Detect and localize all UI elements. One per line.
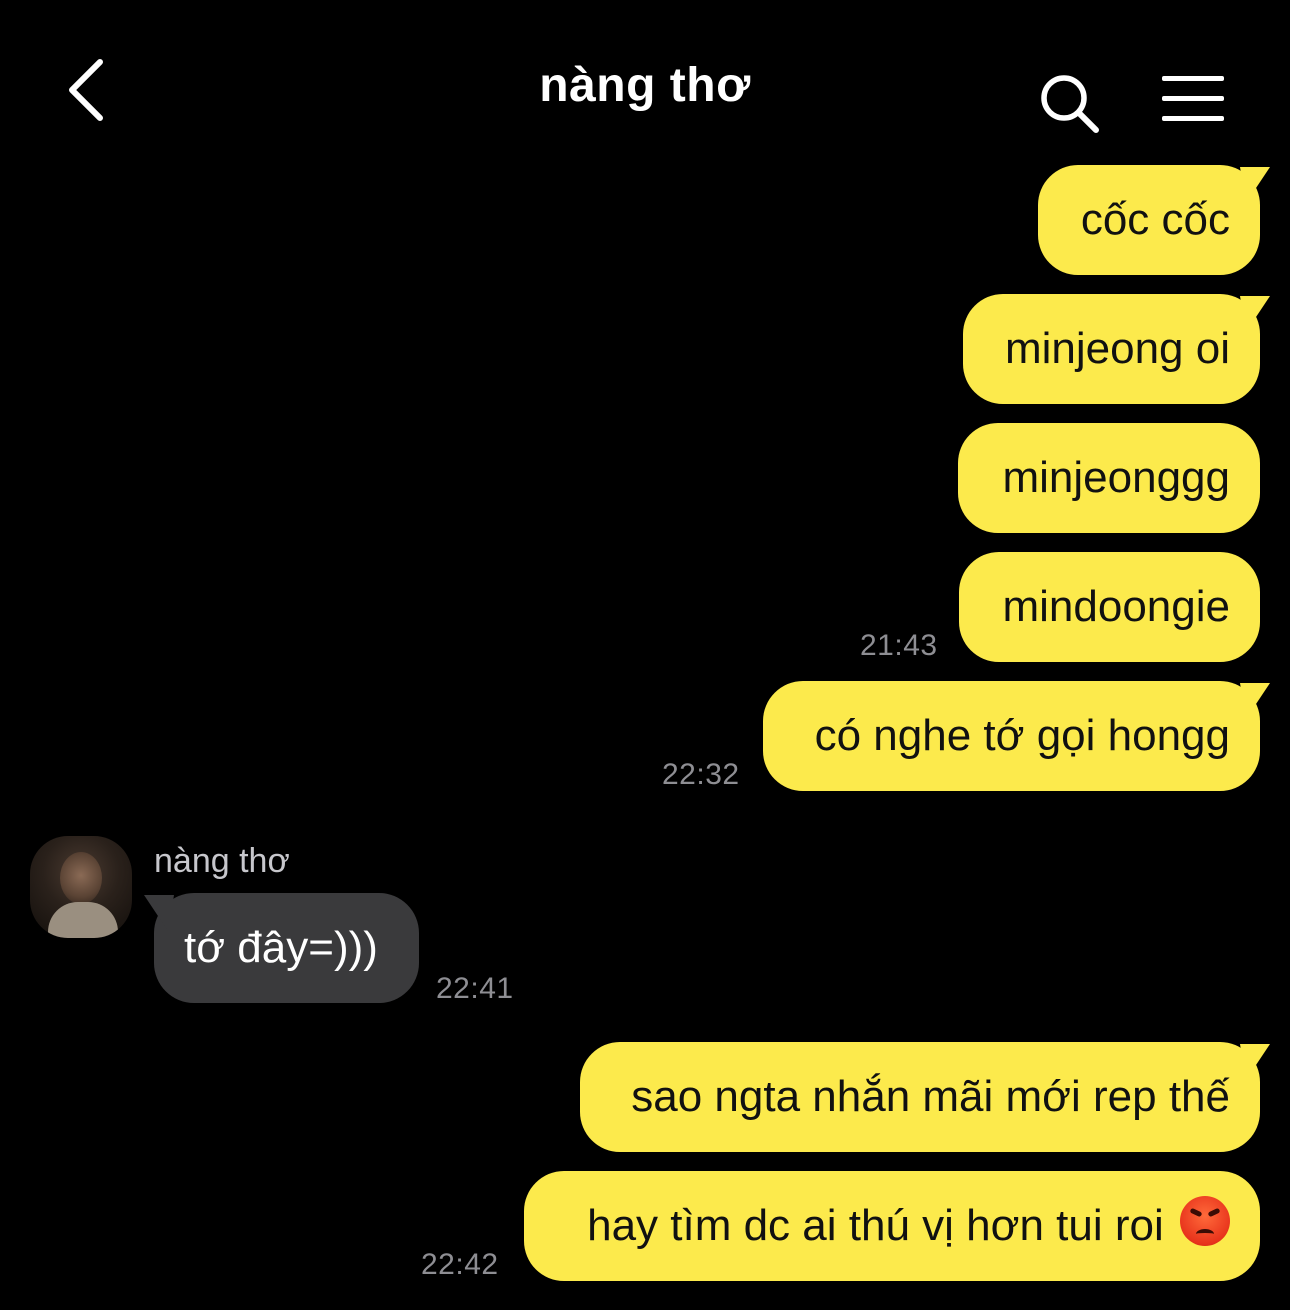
outgoing-message-bubble[interactable]: mindoongie xyxy=(959,552,1260,662)
outgoing-message-bubble[interactable]: minjeong oi xyxy=(963,294,1260,404)
incoming-message-bubble[interactable]: tớ đây=))) xyxy=(154,893,419,1003)
message-text: tớ đây=))) xyxy=(184,923,378,972)
avatar-face xyxy=(60,852,102,904)
hamburger-menu-icon xyxy=(1162,76,1224,121)
search-icon xyxy=(1041,75,1099,133)
avatar-shirt xyxy=(48,902,118,938)
outgoing-message-bubble[interactable]: minjeonggg xyxy=(958,423,1260,533)
search-button[interactable] xyxy=(1036,70,1102,136)
message-text: có nghe tớ gọi hongg xyxy=(814,711,1230,760)
outgoing-message-bubble[interactable]: có nghe tớ gọi hongg xyxy=(763,681,1260,791)
outgoing-message-bubble[interactable]: sao ngta nhắn mãi mới rep thế xyxy=(580,1042,1260,1152)
message-timestamp: 21:43 xyxy=(860,629,938,662)
contact-avatar[interactable] xyxy=(30,836,132,938)
message-timestamp: 22:41 xyxy=(436,972,514,1005)
message-text: sao ngta nhắn mãi mới rep thế xyxy=(631,1072,1230,1121)
message-text: mindoongie xyxy=(1002,582,1231,631)
message-text: minjeonggg xyxy=(1002,453,1231,502)
message-timestamp: 22:32 xyxy=(662,758,740,791)
message-timestamp: 22:42 xyxy=(421,1248,499,1281)
message-text: cốc cốc xyxy=(1080,195,1230,244)
chat-header: nàng thơ xyxy=(0,0,1290,160)
menu-button[interactable] xyxy=(1160,74,1228,124)
sender-name: nàng thơ xyxy=(154,842,290,880)
outgoing-message-bubble[interactable]: cốc cốc xyxy=(1038,165,1260,275)
message-text: minjeong oi xyxy=(1004,324,1230,373)
outgoing-message-bubble[interactable]: hay tìm dc ai thú vị hơn tui roi xyxy=(524,1171,1260,1281)
angry-face-emoji-icon xyxy=(1180,1196,1230,1246)
message-text: hay tìm dc ai thú vị hơn tui roi xyxy=(587,1201,1164,1250)
